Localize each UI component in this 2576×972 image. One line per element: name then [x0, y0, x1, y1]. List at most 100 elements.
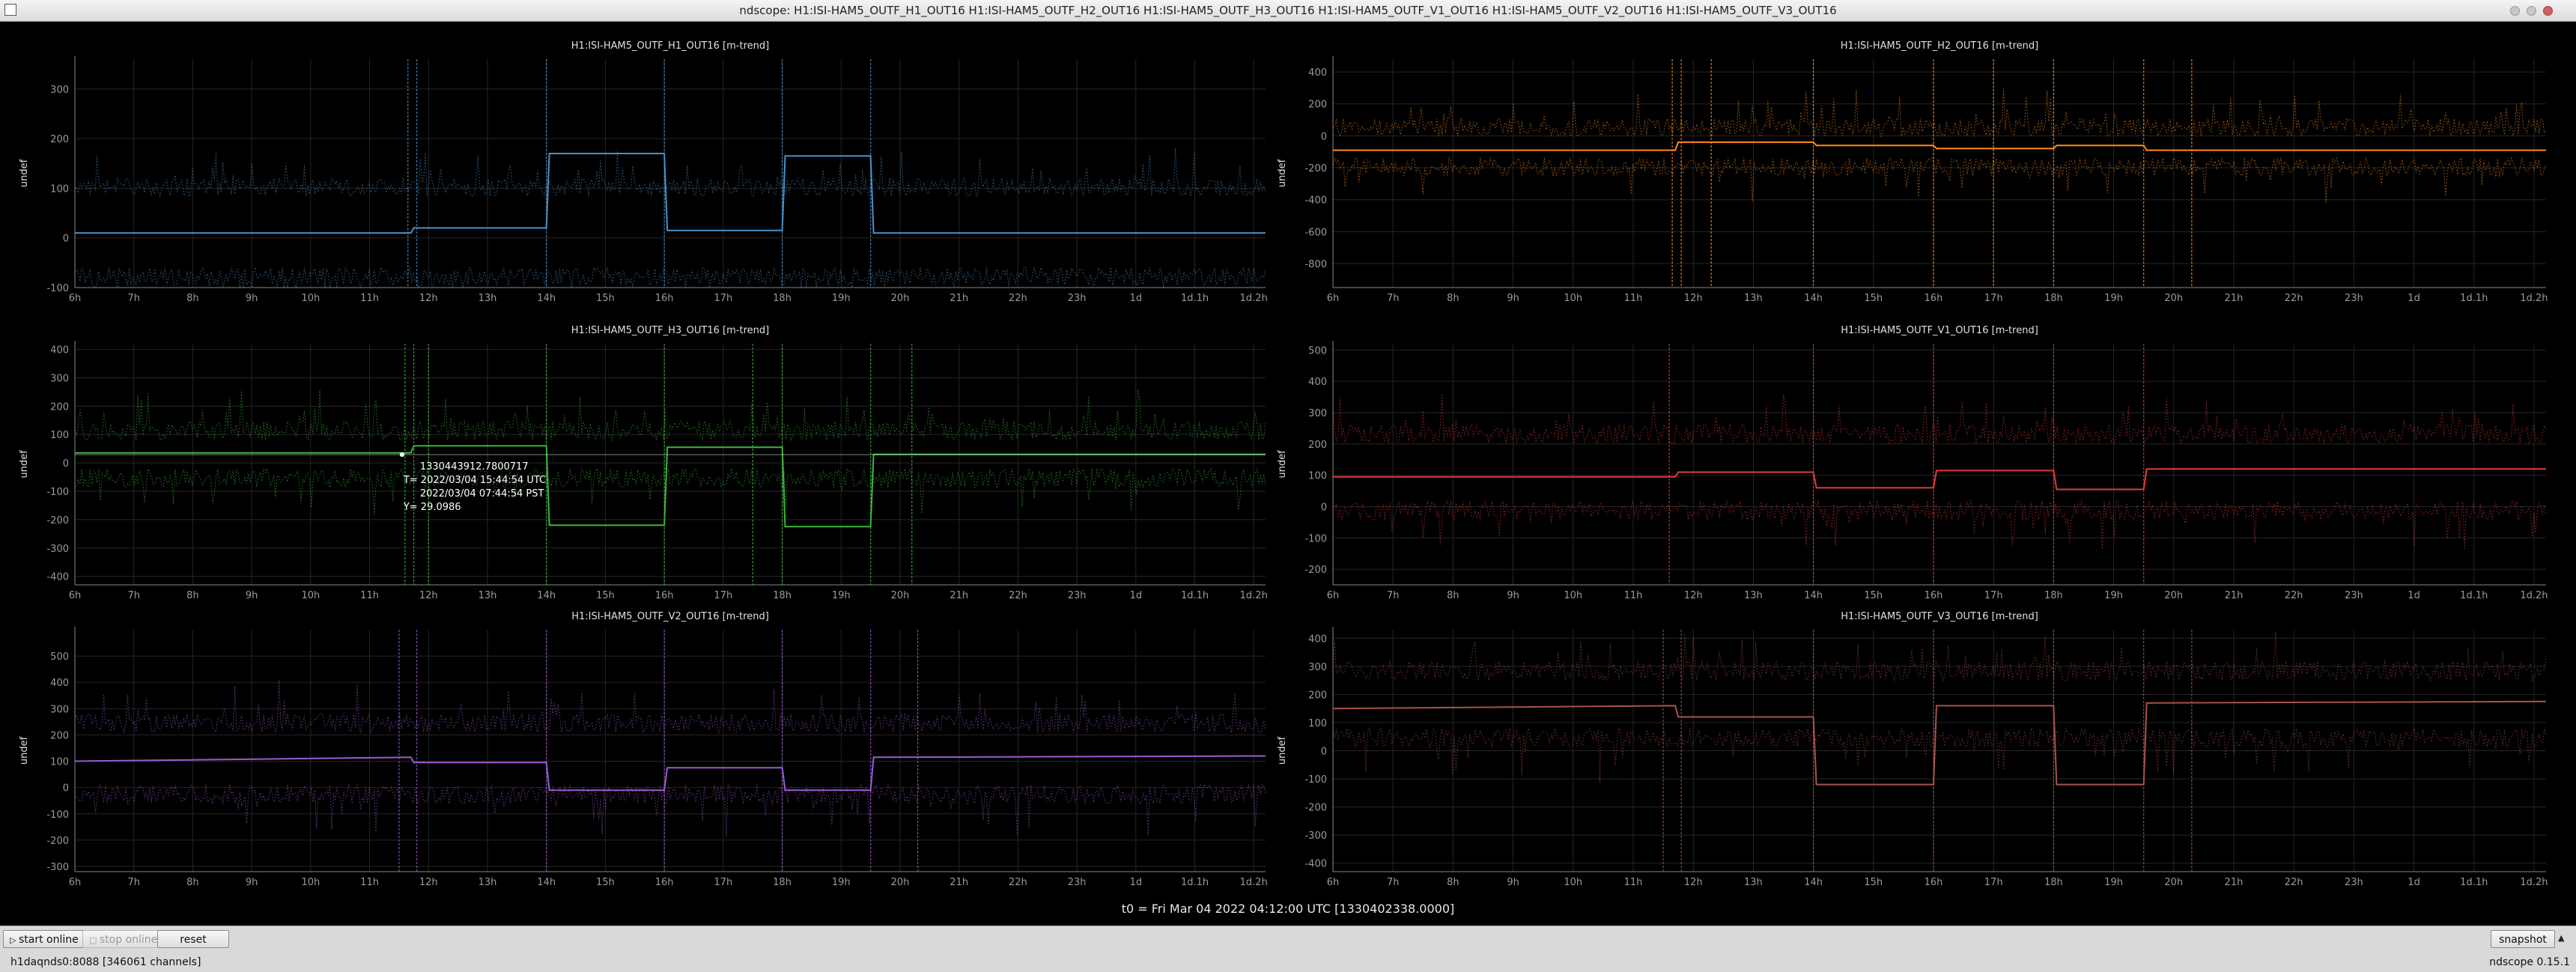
x-tick-label: 10h	[1564, 877, 1582, 888]
server-status: h1daqnds0:8088 [346061 channels]	[10, 956, 201, 968]
x-tick-label: 6h	[69, 590, 82, 601]
y-axis-label: undef	[19, 736, 30, 765]
x-tick-label: 14h	[537, 877, 556, 888]
x-tick-label: 18h	[2044, 590, 2063, 601]
x-tick-label: 16h	[1925, 590, 1943, 601]
x-tick-label: 11h	[1624, 293, 1643, 304]
x-tick-label: 18h	[773, 590, 792, 601]
y-tick-label: -300	[46, 862, 69, 873]
x-tick-label: 22h	[1009, 877, 1027, 888]
x-tick-label: 1d.1h	[1181, 293, 1209, 304]
y-tick-label: 200	[1308, 440, 1327, 451]
x-tick-label: 9h	[246, 293, 258, 304]
y-tick-label: 100	[1308, 718, 1327, 729]
y-tick-label: 0	[1321, 131, 1327, 142]
x-tick-label: 9h	[246, 877, 258, 888]
maximize-icon[interactable]	[2527, 6, 2536, 16]
cursor-readout-line: T= 2022/03/04 15:44:54 UTC	[403, 475, 546, 486]
window-titlebar[interactable]: ndscope: H1:ISI-HAM5_OUTF_H1_OUT16 H1:IS…	[0, 0, 2576, 22]
series-min-trend	[74, 467, 1266, 515]
y-tick-label: 100	[1308, 471, 1327, 482]
x-tick-label: 20h	[2164, 293, 2183, 304]
y-tick-label: 0	[63, 234, 69, 245]
x-tick-label: 6h	[1327, 293, 1340, 304]
y-axis-label: undef	[1277, 159, 1288, 187]
x-tick-label: 9h	[1507, 877, 1519, 888]
x-tick-label: 12h	[1684, 293, 1703, 304]
y-tick-label: 300	[50, 85, 69, 96]
plot-6: H1:ISI-HAM5_OUTF_V3_OUT16 [m-trend] undef…	[1277, 611, 2548, 888]
x-tick-label: 9h	[246, 590, 258, 601]
x-tick-label: 20h	[891, 590, 910, 601]
x-tick-label: 14h	[1804, 590, 1823, 601]
y-axis-label: undef	[19, 450, 30, 479]
x-tick-label: 10h	[1564, 590, 1582, 601]
x-tick-label: 18h	[2044, 293, 2063, 304]
x-tick-label: 8h	[186, 590, 199, 601]
x-tick-label: 20h	[891, 293, 910, 304]
minimize-icon[interactable]	[2510, 6, 2520, 16]
x-tick-label: 16h	[1925, 877, 1943, 888]
start-online-button[interactable]: ▷ start online	[3, 930, 85, 948]
series-mean-trend	[75, 153, 1266, 234]
x-tick-label: 19h	[832, 877, 851, 888]
x-tick-label: 8h	[1447, 877, 1459, 888]
y-tick-label: 0	[1321, 502, 1327, 513]
y-tick-label: -100	[1304, 774, 1327, 786]
x-tick-label: 13h	[479, 590, 497, 601]
x-tick-label: 7h	[1387, 877, 1400, 888]
series-mean-trend	[75, 445, 1266, 528]
y-tick-label: -300	[46, 544, 69, 555]
x-tick-label: 15h	[1864, 590, 1883, 601]
plot-title: H1:ISI-HAM5_OUTF_H3_OUT16 [m-trend]	[571, 325, 769, 336]
series-min-trend	[74, 265, 1266, 289]
y-tick-label: 200	[1308, 690, 1327, 701]
snapshot-menu-arrow-icon[interactable]: ▲	[2558, 933, 2564, 943]
x-tick-label: 1d.2h	[2520, 590, 2548, 601]
stop-online-button[interactable]: □ stop online	[82, 930, 165, 948]
x-tick-label: 17h	[714, 590, 732, 601]
series-mean-trend	[1332, 700, 2547, 786]
version-label: ndscope 0.15.1	[2489, 956, 2570, 968]
x-tick-label: 7h	[127, 877, 140, 888]
x-tick-label: 1d.2h	[1240, 293, 1268, 304]
y-tick-label: -200	[1304, 163, 1327, 174]
y-axis-label: undef	[19, 159, 30, 187]
x-tick-label: 13h	[479, 877, 497, 888]
x-tick-label: 14h	[1804, 293, 1823, 304]
snapshot-button[interactable]: snapshot	[2491, 930, 2555, 948]
x-tick-label: 1d.2h	[2520, 877, 2548, 888]
y-tick-label: 0	[63, 783, 69, 795]
close-icon[interactable]	[2543, 6, 2553, 16]
y-tick-label: 0	[1321, 747, 1327, 758]
x-tick-label: 7h	[127, 590, 140, 601]
x-tick-label: 11h	[360, 877, 379, 888]
series-max-trend	[74, 680, 1266, 735]
plot-title: H1:ISI-HAM5_OUTF_V2_OUT16 [m-trend]	[571, 611, 769, 622]
plot-area[interactable]: H1:ISI-HAM5_OUTF_H1_OUT16 [m-trend] undef…	[0, 22, 2576, 926]
x-tick-label: 19h	[2104, 877, 2123, 888]
y-tick-label: -400	[1304, 195, 1327, 207]
app-icon[interactable]	[4, 4, 16, 16]
y-tick-label: -600	[1304, 227, 1327, 238]
plots-canvas[interactable]: H1:ISI-HAM5_OUTF_H1_OUT16 [m-trend] undef…	[0, 22, 2576, 926]
y-tick-label: 400	[1308, 377, 1327, 388]
x-tick-label: 17h	[1984, 877, 2003, 888]
x-tick-label: 9h	[1507, 293, 1519, 304]
y-tick-label: 200	[1308, 100, 1327, 111]
y-tick-label: 400	[50, 345, 69, 356]
bottom-toolbar: ▷ start online □ stop online reset snaps…	[0, 926, 2576, 972]
y-tick-label: -400	[46, 572, 69, 583]
x-tick-label: 11h	[360, 293, 379, 304]
reset-button[interactable]: reset	[157, 930, 229, 948]
x-tick-label: 18h	[773, 877, 792, 888]
y-tick-label: 100	[50, 757, 69, 768]
x-tick-label: 22h	[2285, 877, 2303, 888]
series-max-trend	[74, 389, 1266, 442]
x-tick-label: 16h	[1925, 293, 1943, 304]
x-tick-label: 19h	[832, 293, 851, 304]
x-tick-label: 1d.2h	[1240, 590, 1268, 601]
x-tick-label: 13h	[1744, 293, 1763, 304]
x-tick-label: 7h	[1387, 293, 1400, 304]
x-tick-label: 12h	[1684, 590, 1703, 601]
